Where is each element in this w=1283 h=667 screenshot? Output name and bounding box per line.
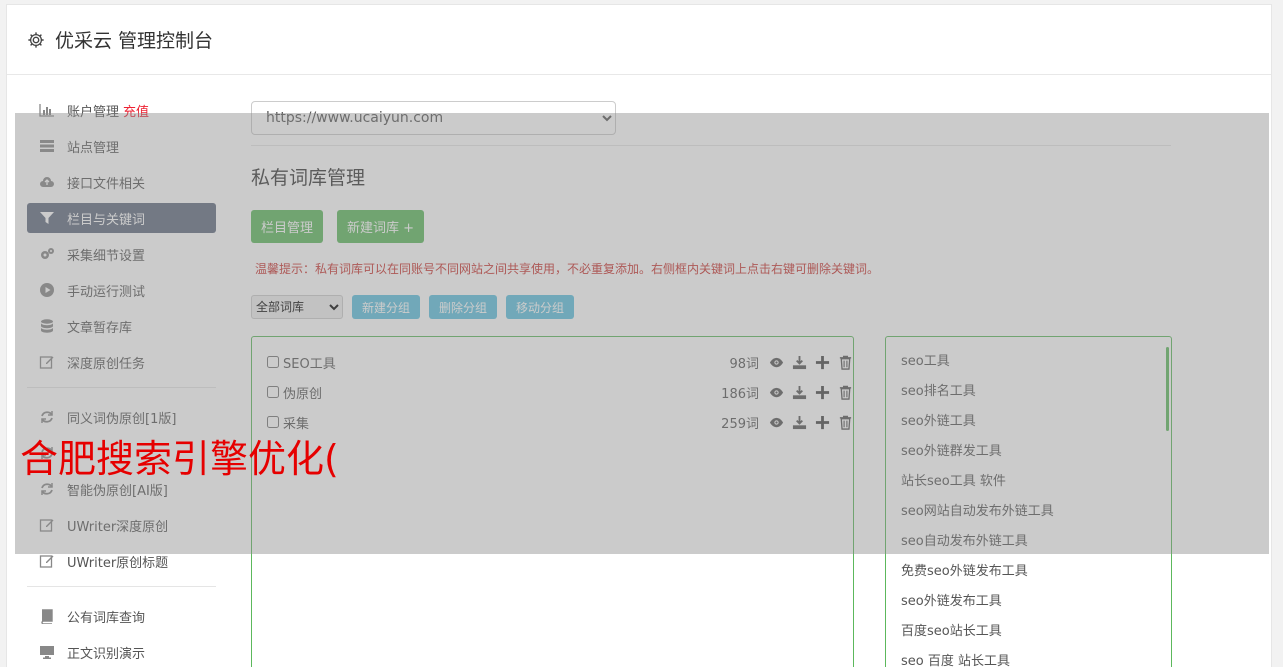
gray-overlay — [15, 113, 1269, 554]
watermark-text: 合肥搜索引擎优化( — [20, 437, 339, 481]
sidebar-item-label: 正文识别演示 — [67, 646, 146, 662]
page-title: 优采云 管理控制台 — [55, 30, 214, 52]
list-item[interactable]: 免费seo外链发布工具 — [886, 557, 1171, 587]
sidebar-item-public-lexicon[interactable]: 公有词库查询 — [27, 601, 216, 631]
sidebar-item-text-recognition[interactable]: 正文识别演示 — [27, 637, 216, 667]
monitor-icon — [40, 646, 54, 659]
edit-icon — [39, 555, 54, 568]
sidebar-divider — [27, 586, 216, 587]
list-item[interactable]: seo 百度 站长工具 — [886, 647, 1171, 667]
gear-icon — [28, 31, 44, 48]
list-item[interactable]: 百度seo站长工具 — [886, 617, 1171, 647]
sidebar-item-label: UWriter原创标题 — [67, 555, 169, 571]
list-item[interactable]: seo外链发布工具 — [886, 587, 1171, 617]
book-icon — [41, 609, 53, 624]
sidebar-item-label: 公有词库查询 — [67, 610, 146, 626]
header: 优采云 管理控制台 — [7, 5, 1271, 75]
